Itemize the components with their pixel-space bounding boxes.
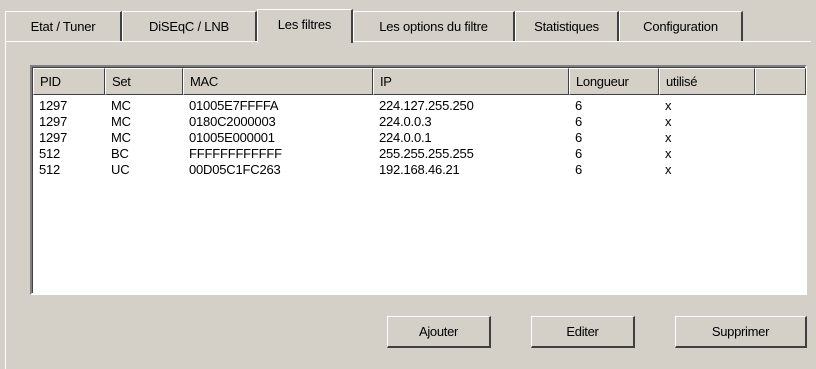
add-button[interactable]: Ajouter [387, 316, 491, 348]
cell-utilise: x [665, 98, 672, 113]
cell-ip: 255.255.255.255 [379, 146, 474, 161]
filter-rows: 1297 MC 01005E7FFFFA 224.127.255.250 6 x… [33, 98, 805, 178]
cell-utilise: x [665, 130, 672, 145]
tab-les-filtres[interactable]: Les filtres [257, 9, 353, 43]
tab-statistiques[interactable]: Statistiques [515, 11, 619, 41]
cell-longueur: 6 [575, 98, 583, 113]
tab-diseqc-lnb[interactable]: DiSEqC / LNB [122, 11, 257, 41]
cell-pid: 1297 [39, 114, 68, 129]
filter-list[interactable]: PID Set MAC IP Longueur utilisé 1297 MC … [30, 65, 807, 295]
cell-set: MC [111, 98, 131, 113]
cell-mac: 0180C2000003 [189, 114, 276, 129]
cell-mac: FFFFFFFFFFFF [189, 146, 282, 161]
table-row[interactable]: 512 UC 00D05C1FC263 192.168.46.21 6 x [33, 162, 805, 178]
cell-set: UC [111, 162, 130, 177]
table-row[interactable]: 1297 MC 01005E7FFFFA 224.127.255.250 6 x [33, 98, 805, 114]
cell-mac: 01005E000001 [189, 130, 275, 145]
tab-options-filtre[interactable]: Les options du filtre [353, 11, 515, 41]
cell-longueur: 6 [575, 146, 583, 161]
table-row[interactable]: 1297 MC 0180C2000003 224.0.0.3 6 x [33, 114, 805, 130]
cell-utilise: x [665, 146, 672, 161]
cell-pid: 512 [39, 146, 61, 161]
cell-pid: 1297 [39, 130, 68, 145]
cell-pid: 512 [39, 162, 61, 177]
column-header-longueur[interactable]: Longueur [569, 68, 659, 95]
cell-longueur: 6 [575, 162, 583, 177]
cell-pid: 1297 [39, 98, 68, 113]
delete-button[interactable]: Supprimer [675, 316, 807, 348]
column-header-ip[interactable]: IP [373, 68, 569, 95]
cell-mac: 00D05C1FC263 [189, 162, 281, 177]
column-header-mac[interactable]: MAC [183, 68, 373, 95]
cell-longueur: 6 [575, 130, 583, 145]
cell-utilise: x [665, 114, 672, 129]
cell-mac: 01005E7FFFFA [189, 98, 279, 113]
cell-ip: 192.168.46.21 [379, 162, 460, 177]
cell-utilise: x [665, 162, 672, 177]
cell-ip: 224.127.255.250 [379, 98, 474, 113]
cell-ip: 224.0.0.3 [379, 114, 432, 129]
tab-configuration[interactable]: Configuration [619, 11, 743, 41]
column-header-utilise[interactable]: utilisé [659, 68, 755, 95]
column-header-pid[interactable]: PID [33, 68, 105, 95]
filter-list-header: PID Set MAC IP Longueur utilisé [33, 68, 806, 95]
panel-right-edge [811, 41, 816, 369]
cell-ip: 224.0.0.1 [379, 130, 432, 145]
cell-set: BC [111, 146, 129, 161]
cell-set: MC [111, 114, 131, 129]
cell-longueur: 6 [575, 114, 583, 129]
cell-set: MC [111, 130, 131, 145]
edit-button[interactable]: Editer [531, 316, 635, 348]
column-header-set[interactable]: Set [105, 68, 183, 95]
column-header-empty[interactable] [755, 68, 806, 95]
table-row[interactable]: 1297 MC 01005E000001 224.0.0.1 6 x [33, 130, 805, 146]
tab-etat-tuner[interactable]: Etat / Tuner [5, 11, 122, 41]
table-row[interactable]: 512 BC FFFFFFFFFFFF 255.255.255.255 6 x [33, 146, 805, 162]
